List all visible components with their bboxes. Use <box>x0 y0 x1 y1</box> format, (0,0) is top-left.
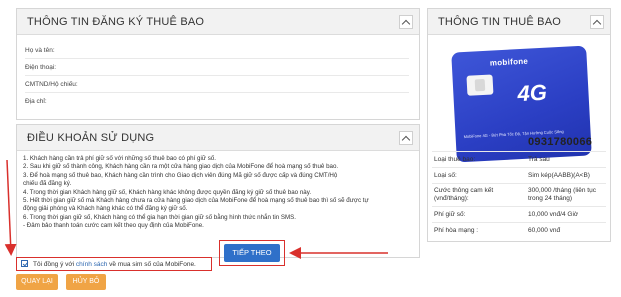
annotation-arrows <box>4 159 388 259</box>
arrow-to-checkbox <box>4 159 17 256</box>
